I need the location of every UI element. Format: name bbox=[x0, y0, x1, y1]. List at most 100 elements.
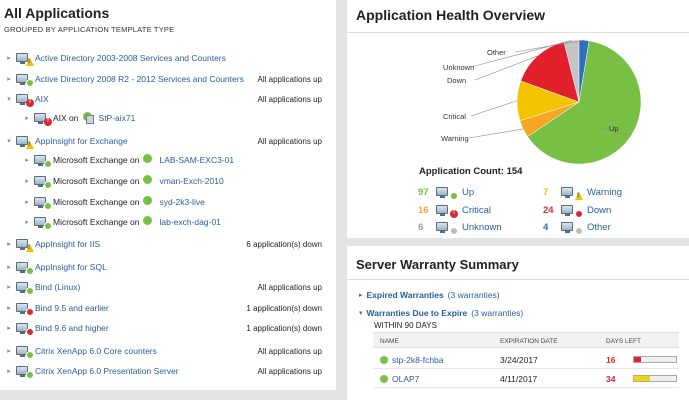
up-status-icon bbox=[44, 160, 52, 168]
legend-item-unknown[interactable]: 6 Unknown bbox=[418, 221, 502, 235]
warranty-server-link[interactable]: OLAP7 bbox=[392, 374, 419, 384]
expand-arrow-icon[interactable]: ▸ bbox=[4, 367, 14, 375]
application-label[interactable]: Bind 9.6 and higher bbox=[35, 323, 109, 333]
application-status: All applications up bbox=[257, 74, 322, 84]
application-label[interactable]: AppInsight for IIS bbox=[35, 239, 100, 249]
legend-label[interactable]: Down bbox=[587, 205, 611, 216]
monitor-icon bbox=[436, 187, 448, 198]
application-group-row[interactable]: ▸ Bind 9.6 and higher 1 application(s) dow… bbox=[4, 320, 332, 336]
application-group-row[interactable]: ▾ AppInsight for Exchange All applications… bbox=[4, 133, 332, 149]
application-label[interactable]: AIX bbox=[35, 94, 49, 104]
expand-arrow-icon[interactable]: ▸ bbox=[4, 54, 14, 62]
application-status: All applications up bbox=[257, 346, 322, 356]
application-label[interactable]: Bind 9.5 and earlier bbox=[35, 303, 109, 313]
legend-item-other[interactable]: 4 Other bbox=[543, 221, 611, 235]
expired-warranties-row[interactable]: ▸ Expired Warranties (3 warranties) bbox=[359, 290, 500, 300]
up-status-icon bbox=[26, 371, 34, 379]
pie-label-up: Up bbox=[609, 124, 619, 133]
application-label[interactable]: Citrix XenApp 6.0 Presentation Server bbox=[35, 366, 179, 376]
expand-arrow-icon[interactable]: ▾ bbox=[4, 137, 14, 145]
node-link[interactable]: syd-2k3-live bbox=[159, 197, 204, 207]
application-icon bbox=[16, 261, 34, 275]
due-count: (3 warranties) bbox=[471, 308, 524, 318]
expand-arrow-icon[interactable]: ▸ bbox=[22, 198, 32, 206]
monitor-icon bbox=[561, 187, 573, 198]
expand-arrow-icon[interactable]: ▸ bbox=[22, 218, 32, 226]
col-days-header: DAYS LEFT bbox=[606, 338, 641, 345]
legend-item-down[interactable]: 24 Down bbox=[543, 204, 611, 218]
legend-label[interactable]: Up bbox=[462, 187, 474, 198]
expand-arrow-icon[interactable]: ▸ bbox=[22, 114, 32, 122]
panel-title: Server Warranty Summary bbox=[356, 257, 519, 272]
application-group-row[interactable]: ▸ Bind 9.5 and earlier 1 application(s) do… bbox=[4, 300, 332, 316]
node-link[interactable]: StP-aix71 bbox=[99, 113, 136, 123]
application-group-row[interactable]: ▸ AppInsight for IIS 6 application(s) down bbox=[4, 236, 332, 252]
expand-arrow-icon[interactable]: ▸ bbox=[4, 283, 14, 291]
application-icon: ! bbox=[34, 112, 52, 126]
legend-label[interactable]: Critical bbox=[462, 205, 491, 216]
application-icon bbox=[16, 302, 34, 316]
application-group-row[interactable]: ▸ Citrix XenApp 6.0 Presentation Server Al… bbox=[4, 363, 332, 379]
expand-arrow-icon[interactable]: ▸ bbox=[4, 347, 14, 355]
monitor-icon bbox=[436, 205, 448, 216]
status-badge-icon bbox=[575, 210, 583, 218]
legend-label[interactable]: Warning bbox=[587, 187, 622, 198]
monitor-icon bbox=[561, 222, 573, 233]
application-node-row[interactable]: ▸ Microsoft Exchange on vman-Exch-2010 bbox=[22, 173, 332, 189]
legend-item-up[interactable]: 97 Up bbox=[418, 186, 474, 200]
application-status: All applications up bbox=[257, 282, 322, 292]
expand-arrow-icon[interactable]: ▸ bbox=[4, 324, 14, 332]
application-group-row[interactable]: ▸ Bind (Linux) All applications up bbox=[4, 279, 332, 295]
legend-item-critical[interactable]: 16! Critical bbox=[418, 204, 491, 218]
legend-label[interactable]: Unknown bbox=[462, 222, 502, 233]
collapse-arrow-icon[interactable]: ▾ bbox=[359, 309, 363, 317]
application-label[interactable]: AppInsight for Exchange bbox=[35, 136, 128, 146]
expand-arrow-icon[interactable]: ▸ bbox=[359, 291, 363, 299]
application-label[interactable]: Citrix XenApp 6.0 Core counters bbox=[35, 346, 157, 356]
application-node-row[interactable]: ▸ Microsoft Exchange on LAB-SAM-EXC3-01 bbox=[22, 152, 332, 168]
critical-status-icon: ! bbox=[44, 118, 52, 126]
application-node-row[interactable]: ▸! AIX on StP-aix71 bbox=[22, 110, 332, 126]
application-group-row[interactable]: ▸ Active Directory 2008 R2 - 2012 Service… bbox=[4, 71, 332, 87]
node-link[interactable]: LAB-SAM-EXC3-01 bbox=[159, 155, 234, 165]
application-group-row[interactable]: ▸ Active Directory 2003-2008 Services and… bbox=[4, 50, 332, 66]
application-label: Microsoft Exchange on bbox=[53, 155, 140, 165]
pie-leader-line bbox=[468, 128, 524, 139]
expand-arrow-icon[interactable]: ▸ bbox=[4, 263, 14, 271]
col-name-header: NAME bbox=[380, 338, 399, 345]
application-group-row[interactable]: ▾! AIX All applications up bbox=[4, 91, 332, 107]
legend-item-warning[interactable]: 7 Warning bbox=[543, 186, 622, 200]
expand-arrow-icon[interactable]: ▸ bbox=[4, 75, 14, 83]
health-pie-chart[interactable] bbox=[347, 32, 689, 172]
application-label[interactable]: Active Directory 2003-2008 Services and … bbox=[35, 53, 226, 63]
application-node-row[interactable]: ▸ Microsoft Exchange on lab-exch-dag-01 bbox=[22, 214, 332, 230]
status-up-icon bbox=[380, 356, 388, 364]
due-warranties-row[interactable]: ▾ Warranties Due to Expire (3 warranties… bbox=[359, 308, 523, 318]
application-label[interactable]: Active Directory 2008 R2 - 2012 Services… bbox=[35, 74, 244, 84]
node-link[interactable]: lab-exch-dag-01 bbox=[159, 217, 220, 227]
due-warranties-link[interactable]: Warranties Due to Expire bbox=[367, 308, 468, 318]
expand-arrow-icon[interactable]: ▸ bbox=[4, 240, 14, 248]
application-label[interactable]: Bind (Linux) bbox=[35, 282, 80, 292]
legend-label[interactable]: Other bbox=[587, 222, 611, 233]
application-group-row[interactable]: ▸ AppInsight for SQL bbox=[4, 259, 332, 275]
col-date-header[interactable]: EXPIRATION DATE bbox=[500, 338, 558, 345]
expand-arrow-icon[interactable]: ▸ bbox=[4, 304, 14, 312]
application-status: All applications up bbox=[257, 94, 322, 104]
application-group-row[interactable]: ▸ Citrix XenApp 6.0 Core counters All appl… bbox=[4, 343, 332, 359]
application-node-row[interactable]: ▸ Microsoft Exchange on syd-2k3-live bbox=[22, 194, 332, 210]
application-icon bbox=[34, 196, 52, 210]
expand-arrow-icon[interactable]: ▸ bbox=[22, 156, 32, 164]
expired-warranties-link[interactable]: Expired Warranties bbox=[367, 290, 444, 300]
warranty-server-link[interactable]: stp-2k8-fchba bbox=[392, 355, 444, 365]
pie-label-down: Down bbox=[447, 76, 467, 85]
application-icon bbox=[16, 135, 34, 149]
panel-title: All Applications bbox=[4, 5, 110, 21]
expand-arrow-icon[interactable]: ▸ bbox=[22, 177, 32, 185]
status-badge-icon bbox=[450, 227, 458, 235]
application-label[interactable]: AppInsight for SQL bbox=[35, 262, 107, 272]
application-label: Microsoft Exchange on bbox=[53, 197, 140, 207]
expand-arrow-icon[interactable]: ▾ bbox=[4, 95, 14, 103]
node-link[interactable]: vman-Exch-2010 bbox=[159, 176, 223, 186]
server-icon bbox=[85, 115, 94, 124]
